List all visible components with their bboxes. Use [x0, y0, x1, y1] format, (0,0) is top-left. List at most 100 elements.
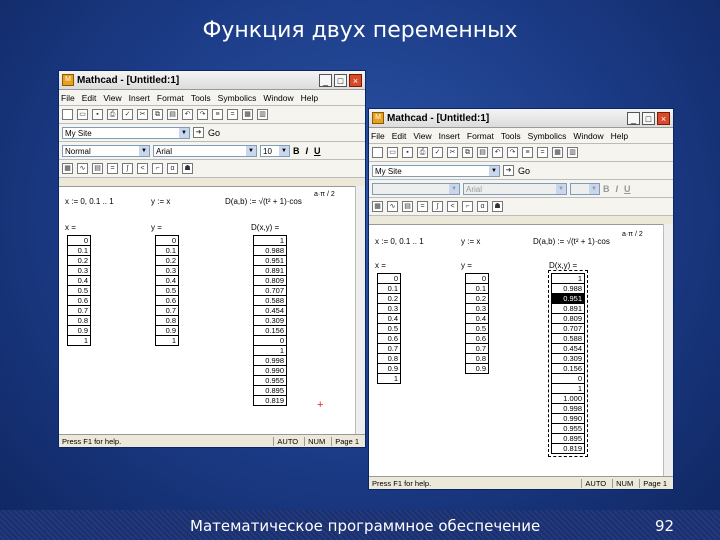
- spellcheck-icon[interactable]: ✓: [122, 109, 133, 120]
- insert-matrix-icon[interactable]: ▥: [567, 147, 578, 158]
- graph-icon[interactable]: ∿: [77, 163, 88, 174]
- y-result-table[interactable]: 0 0.1 0.2 0.3 0.4 0.5 0.6 0.7 0.8 0.9 1: [155, 235, 179, 346]
- greek-icon[interactable]: α: [167, 163, 178, 174]
- new-document-icon[interactable]: [62, 109, 73, 120]
- x-definition[interactable]: x := 0, 0.1 .. 1: [375, 237, 424, 246]
- redo-icon[interactable]: ↷: [197, 109, 208, 120]
- menu-window[interactable]: Window: [263, 93, 293, 103]
- italic-icon[interactable]: I: [306, 146, 309, 156]
- menu-insert[interactable]: Insert: [129, 93, 150, 103]
- menu-format[interactable]: Format: [157, 93, 184, 103]
- menu-tools[interactable]: Tools: [191, 93, 211, 103]
- programming-icon[interactable]: ⌐: [152, 163, 163, 174]
- print-icon[interactable]: ⎙: [107, 109, 118, 120]
- mathcad-window-front[interactable]: M Mathcad - [Untitled:1] _ □ × File Edit…: [368, 108, 674, 490]
- greek-icon[interactable]: α: [477, 201, 488, 212]
- print-icon[interactable]: ⎙: [417, 147, 428, 158]
- menu-insert[interactable]: Insert: [439, 131, 460, 141]
- close-icon[interactable]: ×: [657, 111, 670, 125]
- menu-edit[interactable]: Edit: [82, 93, 97, 103]
- menu-window[interactable]: Window: [573, 131, 603, 141]
- font-select[interactable]: Arial ▼: [463, 182, 567, 195]
- vertical-scrollbar[interactable]: [355, 186, 365, 434]
- menu-symbolics[interactable]: Symbolics: [218, 93, 257, 103]
- font-size-select[interactable]: ▼: [570, 182, 600, 195]
- style-select[interactable]: ▼: [372, 182, 460, 195]
- y-definition[interactable]: y := x: [461, 237, 480, 246]
- font-select[interactable]: Arial ▼: [153, 144, 257, 157]
- save-icon[interactable]: ▪: [92, 109, 103, 120]
- bold-icon[interactable]: B: [603, 184, 610, 194]
- boolean-icon[interactable]: <: [137, 163, 148, 174]
- paste-icon[interactable]: ▤: [477, 147, 488, 158]
- go-icon[interactable]: ➜: [503, 165, 514, 176]
- resource-select[interactable]: My Site ▼: [372, 164, 500, 177]
- x-result-table[interactable]: 0 0.1 0.2 0.3 0.4 0.5 0.6 0.7 0.8 0.9 1: [67, 235, 91, 346]
- vertical-scrollbar[interactable]: [663, 224, 673, 478]
- symbolic-icon[interactable]: ☗: [492, 201, 503, 212]
- bold-icon[interactable]: B: [293, 146, 300, 156]
- menu-file[interactable]: File: [61, 93, 75, 103]
- title-bar[interactable]: M Mathcad - [Untitled:1] _ □ ×: [59, 71, 365, 90]
- menu-help[interactable]: Help: [301, 93, 318, 103]
- evaluation-icon[interactable]: =: [107, 163, 118, 174]
- save-icon[interactable]: ▪: [402, 147, 413, 158]
- x-definition[interactable]: x := 0, 0.1 .. 1: [65, 197, 114, 206]
- cut-icon[interactable]: ✂: [137, 109, 148, 120]
- copy-icon[interactable]: ⧉: [462, 147, 473, 158]
- spellcheck-icon[interactable]: ✓: [432, 147, 443, 158]
- insert-graph-icon[interactable]: ▦: [552, 147, 563, 158]
- y-result-table[interactable]: 0 0.1 0.2 0.3 0.4 0.5 0.6 0.7 0.8 0.9: [465, 273, 489, 374]
- graph-icon[interactable]: ∿: [387, 201, 398, 212]
- new-document-icon[interactable]: [372, 147, 383, 158]
- d-definition[interactable]: D(a,b) := √(t² + 1)·cos: [225, 197, 302, 206]
- calculate-icon[interactable]: =: [227, 109, 238, 120]
- symbolic-icon[interactable]: ☗: [182, 163, 193, 174]
- insert-matrix-icon[interactable]: ▥: [257, 109, 268, 120]
- undo-icon[interactable]: ↶: [492, 147, 503, 158]
- maximize-icon[interactable]: □: [642, 111, 655, 125]
- worksheet[interactable]: x := 0, 0.1 .. 1 y := x D(a,b) := √(t² +…: [369, 224, 666, 479]
- undo-icon[interactable]: ↶: [182, 109, 193, 120]
- matrix-icon[interactable]: ▤: [92, 163, 103, 174]
- maximize-icon[interactable]: □: [334, 73, 347, 87]
- calculus-icon[interactable]: ∫: [122, 163, 133, 174]
- calculate-icon[interactable]: =: [537, 147, 548, 158]
- redo-icon[interactable]: ↷: [507, 147, 518, 158]
- minimize-icon[interactable]: _: [627, 111, 640, 125]
- minimize-icon[interactable]: _: [319, 73, 332, 87]
- matrix-icon[interactable]: ▤: [402, 201, 413, 212]
- open-folder-icon[interactable]: ▭: [387, 147, 398, 158]
- y-definition[interactable]: y := x: [151, 197, 170, 206]
- menu-view[interactable]: View: [103, 93, 121, 103]
- cut-icon[interactable]: ✂: [447, 147, 458, 158]
- insert-graph-icon[interactable]: ▦: [242, 109, 253, 120]
- underline-icon[interactable]: U: [314, 146, 321, 156]
- open-folder-icon[interactable]: ▭: [77, 109, 88, 120]
- menu-edit[interactable]: Edit: [392, 131, 407, 141]
- underline-icon[interactable]: U: [624, 184, 631, 194]
- go-icon[interactable]: ➜: [193, 127, 204, 138]
- align-icon[interactable]: ≡: [212, 109, 223, 120]
- title-bar[interactable]: M Mathcad - [Untitled:1] _ □ ×: [369, 109, 673, 128]
- mathcad-window-back[interactable]: M Mathcad - [Untitled:1] _ □ × File Edit…: [58, 70, 366, 448]
- calculator-icon[interactable]: ▦: [62, 163, 73, 174]
- align-icon[interactable]: ≡: [522, 147, 533, 158]
- programming-icon[interactable]: ⌐: [462, 201, 473, 212]
- calculator-icon[interactable]: ▦: [372, 201, 383, 212]
- resource-select[interactable]: My Site ▼: [62, 126, 190, 139]
- close-icon[interactable]: ×: [349, 73, 362, 87]
- d-definition[interactable]: D(a,b) := √(t² + 1)·cos: [533, 237, 610, 246]
- font-size-select[interactable]: 10 ▼: [260, 144, 290, 157]
- d-result-table[interactable]: 1 0.988 0.951 0.891 0.809 0.707 0.588 0.454 0.30…: [548, 270, 588, 457]
- menu-file[interactable]: File: [371, 131, 385, 141]
- style-select[interactable]: Normal ▼: [62, 144, 150, 157]
- menu-help[interactable]: Help: [611, 131, 628, 141]
- italic-icon[interactable]: I: [616, 184, 619, 194]
- menu-symbolics[interactable]: Symbolics: [528, 131, 567, 141]
- calculus-icon[interactable]: ∫: [432, 201, 443, 212]
- worksheet[interactable]: x := 0, 0.1 .. 1 y := x D(a,b) := √(t² +…: [59, 186, 358, 435]
- paste-icon[interactable]: ▤: [167, 109, 178, 120]
- boolean-icon[interactable]: <: [447, 201, 458, 212]
- evaluation-icon[interactable]: =: [417, 201, 428, 212]
